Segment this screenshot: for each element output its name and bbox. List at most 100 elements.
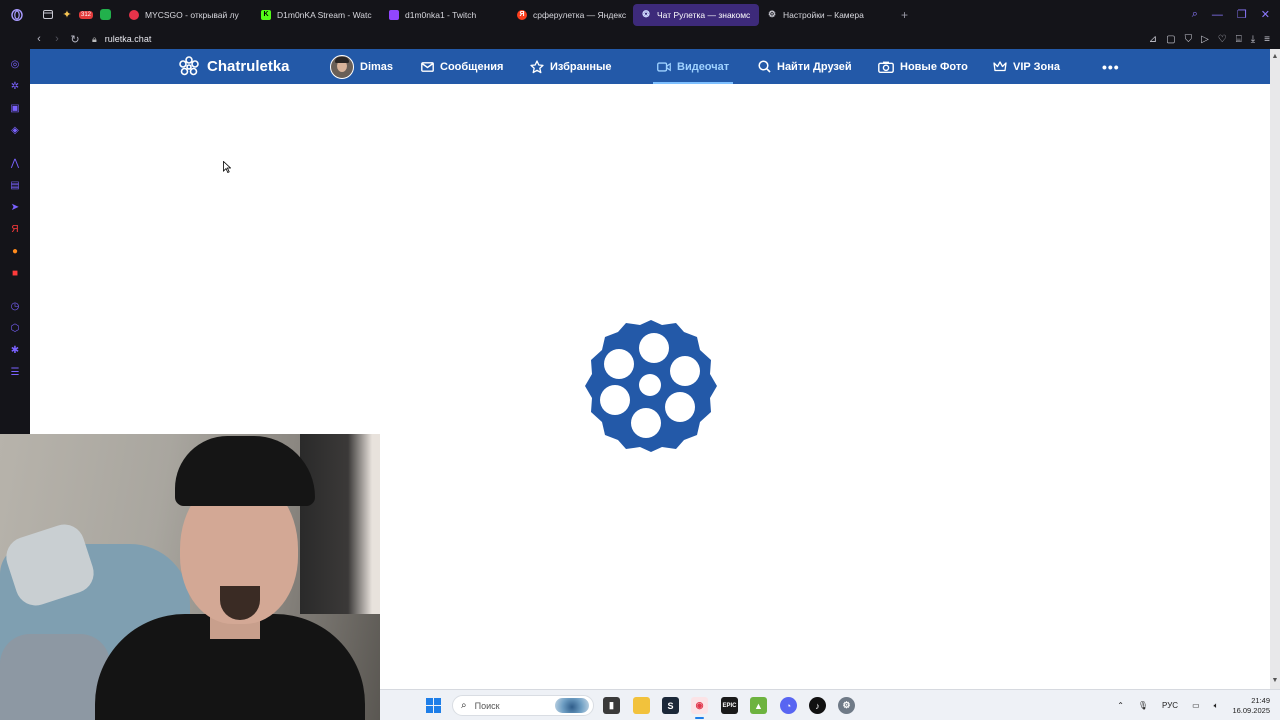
- orange-app-icon[interactable]: ●: [8, 244, 22, 258]
- maximize-button[interactable]: ❐: [1237, 8, 1247, 21]
- aria-icon[interactable]: ◎: [8, 57, 22, 71]
- yandex-sidebar-icon[interactable]: Я: [8, 222, 22, 236]
- scroll-down-icon[interactable]: ▼: [1270, 677, 1280, 684]
- browser-tab-bar: ✦ 312 MYCSGO - открывай лу K D1m0nKA Str…: [0, 0, 1280, 29]
- wallet-icon[interactable]: ⌸: [1236, 34, 1242, 45]
- nav-label: Избранные: [550, 60, 612, 73]
- nav-messages[interactable]: Сообщения: [420, 49, 503, 84]
- twitch-icon: [389, 9, 399, 20]
- notification-badge-icon[interactable]: 312: [77, 6, 95, 24]
- address-field[interactable]: 🔒︎ ruletka.chat: [92, 34, 151, 45]
- settings-sidebar-icon[interactable]: ✱: [8, 343, 22, 357]
- webcam-overlay: [0, 434, 380, 720]
- player-sidebar-icon[interactable]: ◈: [8, 123, 22, 137]
- steam-icon[interactable]: S: [662, 697, 679, 714]
- download-icon[interactable]: ⤓: [1251, 34, 1255, 45]
- minimize-button[interactable]: —: [1212, 9, 1223, 21]
- task-view-icon[interactable]: ▮: [603, 697, 620, 714]
- heart-icon[interactable]: ♡: [1218, 34, 1227, 45]
- page-scrollbar[interactable]: ▲ ▼: [1270, 49, 1280, 689]
- nav-new-photos[interactable]: Новые Фото: [878, 49, 968, 84]
- pinned-tab-icon[interactable]: ✦: [58, 6, 76, 24]
- nav-profile[interactable]: Dimas: [330, 49, 393, 84]
- pinned-green-app-icon[interactable]: [96, 6, 114, 24]
- tab-yandex[interactable]: Я срферулетка — Яндекс: [509, 4, 633, 26]
- nav-favorites[interactable]: Избранные: [530, 49, 612, 84]
- crown-icon: [993, 60, 1007, 74]
- taskbar-search-input[interactable]: ⌕ Поиск: [452, 695, 594, 716]
- reload-button[interactable]: ↻: [66, 33, 84, 46]
- snapshot-icon[interactable]: ▢: [1166, 34, 1175, 45]
- tab-title: D1m0nKA Stream - Watc: [277, 9, 372, 20]
- tab-mycsgo[interactable]: MYCSGO - открывай лу: [121, 4, 253, 26]
- envelope-icon: [420, 60, 434, 74]
- microphone-icon[interactable]: 🎙︎: [1138, 701, 1148, 710]
- extensions-icon[interactable]: ⬡: [8, 321, 22, 335]
- profile-name: Dimas: [360, 60, 394, 73]
- twitch-sidebar-icon[interactable]: ▤: [8, 178, 22, 192]
- settings-icon: ⚙: [767, 9, 777, 19]
- search-highlight-image: [555, 698, 589, 713]
- network-icon[interactable]: ▭: [1192, 701, 1200, 710]
- new-tab-button[interactable]: +: [901, 8, 908, 22]
- nav-vip[interactable]: VIP Зона: [993, 49, 1060, 84]
- search-tabs-icon[interactable]: ⌕: [1192, 8, 1198, 21]
- lock-icon: 🔒︎: [92, 33, 97, 44]
- tray-chevron-icon[interactable]: ⌃: [1117, 701, 1124, 710]
- pin-icon[interactable]: ⊿: [1149, 34, 1157, 45]
- notes-icon[interactable]: ☰: [8, 365, 22, 379]
- back-button[interactable]: ‹: [30, 33, 48, 45]
- search-icon: ⌕: [461, 700, 467, 711]
- loading-roulette-icon: [584, 319, 718, 458]
- mouse-cursor-icon: [223, 161, 231, 173]
- tab-title: Чат Рулетка — знакомс: [657, 9, 751, 20]
- more-menu-button[interactable]: •••: [1102, 49, 1120, 84]
- game-launcher-icon[interactable]: ▲: [750, 697, 767, 714]
- nav-label: Новые Фото: [900, 60, 968, 73]
- star-icon: [530, 59, 544, 74]
- app-a-icon[interactable]: ⋀: [8, 156, 22, 170]
- close-window-button[interactable]: ✕: [1261, 8, 1270, 21]
- windows-taskbar: ⌕ Поиск ▮ S ◉ EPIC ▲ ◔ ♪ ⚙ ⌃ 🎙︎ РУС ▭ 🔈︎…: [380, 689, 1280, 720]
- nav-videochat[interactable]: Видеочат: [652, 49, 734, 84]
- history-icon[interactable]: ◷: [8, 299, 22, 313]
- opera-logo-icon[interactable]: [8, 6, 26, 24]
- tab-chatruletka[interactable]: ❂ Чат Рулетка — знакомс: [633, 3, 759, 26]
- kick-icon: K: [261, 9, 271, 20]
- scroll-up-icon[interactable]: ▲: [1270, 53, 1280, 60]
- telegram-icon[interactable]: ➤: [8, 200, 22, 214]
- shield-icon[interactable]: ⛉: [1185, 34, 1193, 45]
- site-logo[interactable]: Chatruletka: [178, 49, 290, 84]
- workspace-icon[interactable]: ▣: [8, 101, 22, 115]
- opera-taskbar-icon[interactable]: ◉: [691, 697, 708, 719]
- windows-start-icon[interactable]: [426, 698, 441, 713]
- volume-icon[interactable]: 🔈︎: [1214, 701, 1219, 711]
- avatar: [330, 54, 354, 79]
- chatgpt-icon[interactable]: ✲: [8, 79, 22, 93]
- nav-find-friends[interactable]: Найти Друзей: [757, 49, 852, 84]
- taskbar-clock[interactable]: 21:49 16.09.2025: [1232, 696, 1270, 716]
- yandex-icon: Я: [517, 9, 527, 20]
- nav-label: Найти Друзей: [777, 60, 852, 73]
- tab-kick-stream[interactable]: K D1m0nKA Stream - Watc: [253, 4, 381, 26]
- player-icon[interactable]: ▷: [1201, 34, 1209, 45]
- tab-camera-settings[interactable]: ⚙ Настройки – Камера: [759, 4, 883, 26]
- tab-twitch[interactable]: d1m0nka1 - Twitch: [381, 4, 509, 26]
- discord-icon[interactable]: ◔: [780, 697, 797, 714]
- nav-label: Сообщения: [440, 60, 504, 73]
- brand-name: Chatruletka: [207, 58, 290, 75]
- tab-title: MYCSGO - открывай лу: [145, 9, 239, 20]
- settings-taskbar-icon[interactable]: ⚙: [838, 697, 855, 714]
- site-top-nav: Chatruletka Dimas Сообщения Избранные Ви…: [30, 49, 1270, 84]
- menu-icon[interactable]: ≡: [1264, 34, 1270, 45]
- red-app-icon[interactable]: ■: [8, 266, 22, 280]
- forward-button[interactable]: ›: [48, 33, 66, 45]
- address-bar-row: ‹ › ↻ 🔒︎ ruletka.chat ⊿ ▢ ⛉ ▷ ♡ ⌸ ⤓ ≡: [0, 29, 1280, 49]
- language-indicator[interactable]: РУС: [1162, 701, 1178, 710]
- tab-islands-icon[interactable]: [39, 6, 57, 24]
- screen: ✦ 312 MYCSGO - открывай лу K D1m0nKA Str…: [0, 0, 1280, 720]
- file-explorer-icon[interactable]: [633, 697, 650, 714]
- app-with-notification-icon[interactable]: ♪: [809, 697, 826, 714]
- tab-title: d1m0nka1 - Twitch: [405, 9, 477, 20]
- epic-games-icon[interactable]: EPIC: [721, 697, 738, 714]
